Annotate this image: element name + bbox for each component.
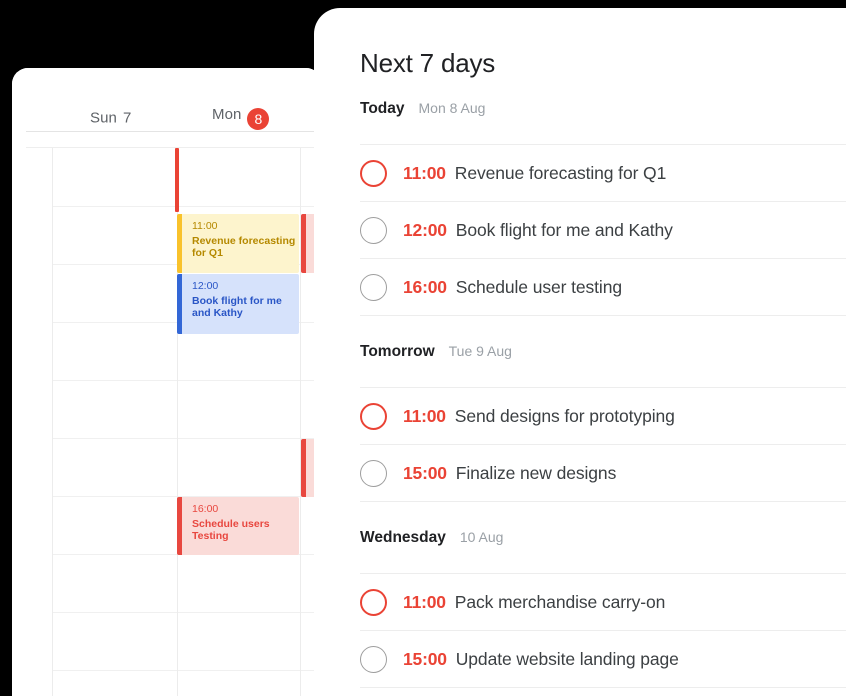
calendar-event-title: Schedule users Testing [192, 517, 270, 543]
current-time-indicator [175, 148, 179, 212]
task-row[interactable]: 16:00 Schedule user testing [360, 258, 846, 315]
agenda-group-date: 10 Aug [459, 529, 504, 545]
task-time: 16:00 [403, 276, 447, 297]
grid-hline [52, 380, 322, 381]
task-row[interactable]: 15:00 Finalize new designs [360, 444, 846, 501]
task-complete-circle-icon[interactable] [360, 402, 387, 430]
agenda-group-name: Wednesday [360, 529, 446, 546]
agenda-panel: Next 7 days Today Mon 8 Aug 11:00 Revenu… [314, 8, 846, 696]
task-time: 11:00 [403, 405, 446, 426]
task-title: Send designs for prototyping [454, 405, 675, 426]
agenda-group-header: Tomorrow Tue 9 Aug [314, 343, 846, 387]
calendar-card: Sun 7 Mon 8 11:00 Revenue forecasting fo… [12, 68, 322, 696]
task-row[interactable]: 15:00 Update website landing page [360, 630, 846, 687]
calendar-event-title: Book flight for me and Kathy [192, 294, 282, 320]
calendar-event-time: 16:00 [192, 503, 219, 515]
agenda-group-name: Tomorrow [360, 343, 435, 360]
group-divider [360, 315, 846, 316]
agenda-list[interactable]: Today Mon 8 Aug 11:00 Revenue forecastin… [314, 100, 846, 696]
calendar-column-sun-daynum: 7 [123, 109, 132, 127]
calendar-event[interactable]: 12:00 Book flight for me and Kathy [177, 274, 299, 334]
task-title: Pack merchandise carry-on [454, 591, 666, 612]
agenda-group-name: Today [360, 100, 405, 117]
calendar-event-title: Revenue forecasting for Q1 [192, 234, 296, 260]
calendar-column-mon-label: Mon [212, 106, 242, 123]
group-divider [360, 687, 846, 688]
grid-hline [52, 438, 322, 439]
task-title: Schedule user testing [455, 276, 622, 297]
task-title: Finalize new designs [455, 462, 617, 483]
calendar-column-mon[interactable]: Mon 8 [212, 106, 270, 130]
task-complete-circle-icon[interactable] [360, 588, 387, 616]
agenda-group-wednesday: Wednesday 10 Aug 11:00 Pack merchandise … [314, 529, 846, 688]
grid-vline [52, 148, 53, 696]
agenda-group-date: Tue 9 Aug [448, 343, 512, 359]
calendar-event[interactable]: 11:00 Revenue forecasting for Q1 [177, 214, 299, 273]
calendar-event-time: 11:00 [192, 220, 218, 232]
calendar-event-time: 12:00 [192, 280, 219, 292]
task-row[interactable]: 11:00 Pack merchandise carry-on [360, 573, 846, 630]
task-row[interactable]: 11:00 Send designs for prototyping [360, 387, 846, 444]
task-complete-circle-icon[interactable] [360, 216, 387, 244]
task-title: Update website landing page [455, 648, 679, 669]
calendar-time-grid: 11:00 Revenue forecasting for Q1 12:00 B… [12, 148, 322, 696]
agenda-group-today: Today Mon 8 Aug 11:00 Revenue forecastin… [314, 100, 846, 316]
grid-hline [52, 206, 322, 207]
task-row[interactable]: 11:00 Revenue forecasting for Q1 [360, 144, 846, 201]
task-complete-circle-icon[interactable] [360, 645, 387, 673]
today-badge: 8 [247, 108, 270, 130]
group-divider [360, 501, 846, 502]
task-time: 12:00 [403, 219, 447, 240]
task-time: 15:00 [403, 462, 447, 483]
task-complete-circle-icon[interactable] [360, 159, 387, 187]
calendar-column-sun[interactable]: Sun 7 [90, 110, 131, 127]
grid-hline [52, 670, 322, 671]
page-title: Next 7 days [360, 48, 496, 78]
task-time: 15:00 [403, 648, 447, 669]
screen-root: Sun 7 Mon 8 11:00 Revenue forecasting fo… [0, 0, 846, 696]
task-complete-circle-icon[interactable] [360, 273, 387, 301]
task-title: Book flight for me and Kathy [455, 219, 673, 240]
task-time: 11:00 [403, 591, 446, 612]
task-row[interactable]: 12:00 Book flight for me and Kathy [360, 201, 846, 258]
task-title: Revenue forecasting for Q1 [454, 162, 667, 183]
agenda-group-header: Wednesday 10 Aug [314, 529, 846, 573]
grid-hline [52, 612, 322, 613]
agenda-group-header: Today Mon 8 Aug [314, 100, 846, 144]
calendar-event[interactable]: 16:00 Schedule users Testing [177, 497, 299, 555]
calendar-column-sun-label: Sun [90, 109, 117, 127]
calendar-day-header: Sun 7 Mon 8 [12, 68, 322, 130]
task-complete-circle-icon[interactable] [360, 459, 387, 487]
calendar-header-divider [26, 131, 322, 132]
task-time: 11:00 [403, 162, 446, 183]
agenda-group-date: Mon 8 Aug [418, 100, 486, 116]
agenda-group-tomorrow: Tomorrow Tue 9 Aug 11:00 Send designs fo… [314, 343, 846, 502]
